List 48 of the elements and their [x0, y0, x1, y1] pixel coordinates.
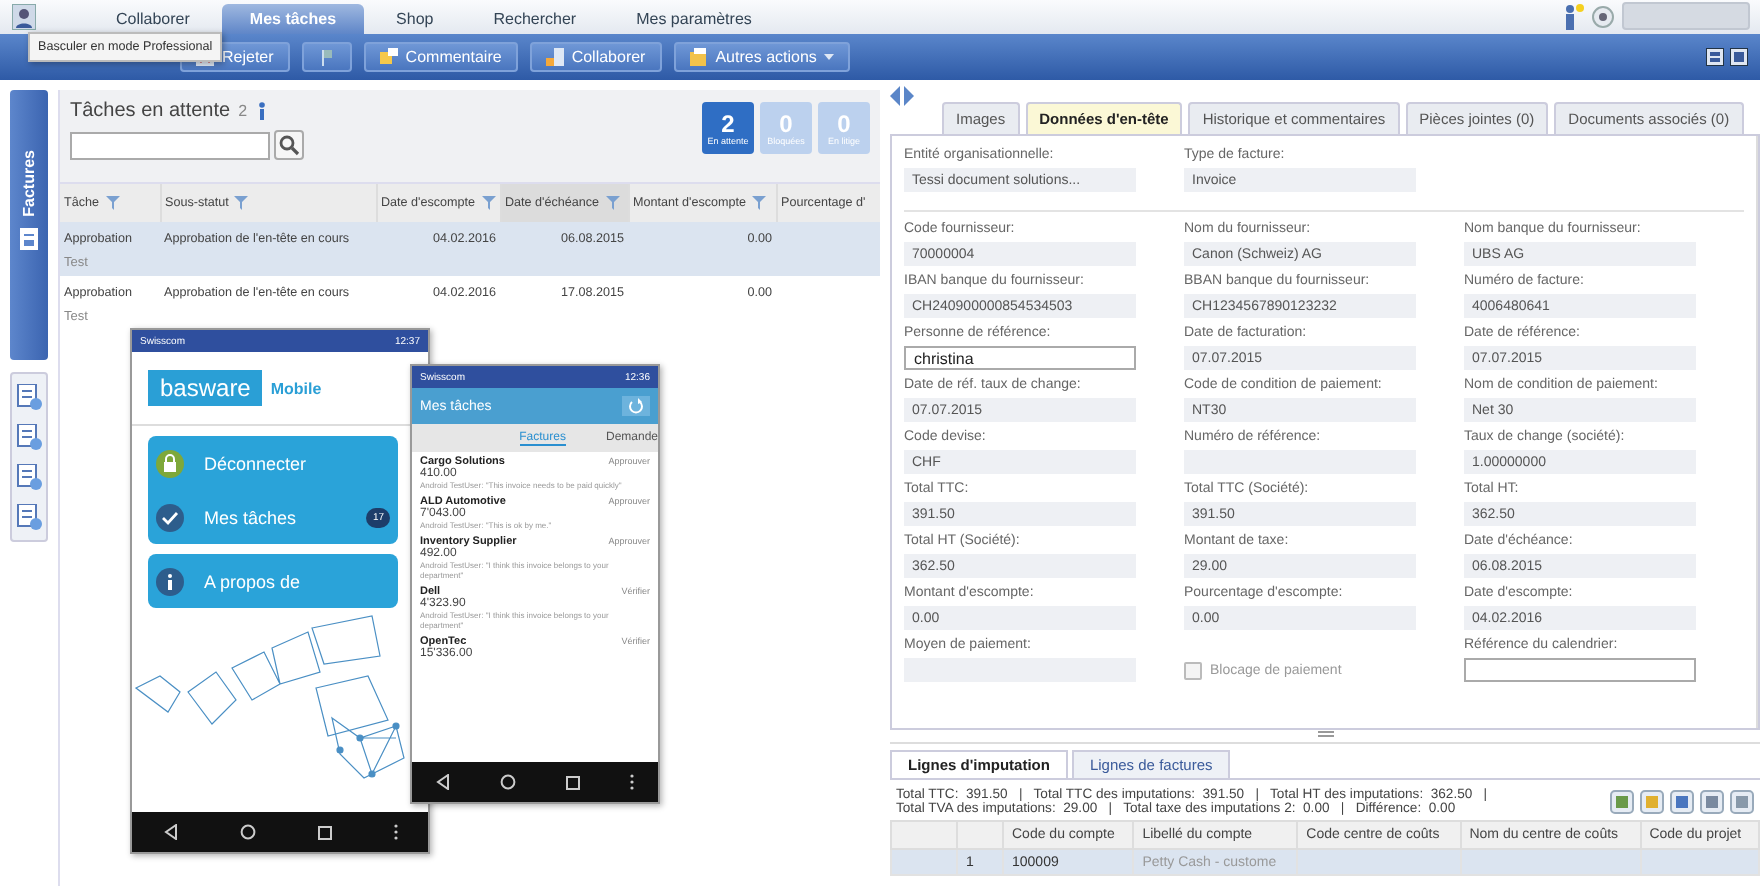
- filter-icon[interactable]: [105, 196, 120, 210]
- logo-text: basware: [148, 370, 263, 406]
- flag-icon: [317, 48, 336, 66]
- layout-icon[interactable]: [1706, 48, 1724, 66]
- caret-icon: [824, 54, 835, 60]
- info-icon[interactable]: [255, 102, 268, 120]
- filter-icon[interactable]: [481, 196, 496, 210]
- document-icon: [20, 228, 38, 251]
- nav-tab[interactable]: Shop: [368, 4, 462, 34]
- more-icon[interactable]: [629, 774, 634, 790]
- recents-icon[interactable]: [317, 825, 331, 839]
- toolbar-button[interactable]: Commentaire: [363, 42, 518, 72]
- splitter-handle-icon[interactable]: [1317, 730, 1333, 738]
- document-icon[interactable]: [16, 504, 42, 530]
- info-icon[interactable]: [1562, 3, 1584, 29]
- sidebar-label: Factures: [20, 150, 38, 217]
- nav-tab[interactable]: Collaborer: [88, 4, 218, 34]
- task-count: 2: [238, 102, 248, 120]
- collapse-arrows-icon[interactable]: [890, 86, 914, 106]
- info-icon: [156, 567, 184, 595]
- home-icon[interactable]: [239, 824, 255, 840]
- record-icon[interactable]: [1592, 5, 1614, 27]
- check-icon: [156, 503, 184, 531]
- search-field[interactable]: [70, 131, 270, 159]
- logo-suffix: Mobile: [270, 379, 322, 397]
- filter-icon[interactable]: [752, 196, 767, 210]
- toolbar-button[interactable]: [301, 42, 352, 72]
- nav-tab[interactable]: Mes paramètres: [608, 4, 780, 34]
- toolbar-button[interactable]: Collaborer: [529, 42, 662, 72]
- home-icon[interactable]: [500, 774, 517, 790]
- recents-icon[interactable]: [565, 775, 580, 789]
- sidebar-tab[interactable]: Factures: [10, 90, 48, 360]
- maximize-icon[interactable]: [1730, 48, 1748, 66]
- document-icon[interactable]: [16, 384, 42, 410]
- input-field[interactable]: christina: [904, 346, 1136, 370]
- scrollbar[interactable]: [1756, 136, 1758, 728]
- back-icon[interactable]: [163, 824, 177, 840]
- document-icon[interactable]: [16, 464, 42, 490]
- user-avatar-icon[interactable]: [12, 4, 36, 30]
- toolbar-button[interactable]: Autres actions: [673, 42, 851, 72]
- nav-tab[interactable]: Rechercher: [465, 4, 605, 34]
- refresh-icon[interactable]: [622, 396, 650, 416]
- document-icon[interactable]: [16, 424, 42, 450]
- back-icon[interactable]: [436, 774, 451, 790]
- filter-icon[interactable]: [234, 196, 249, 210]
- lock-icon: [156, 449, 184, 477]
- input-field[interactable]: [1464, 658, 1696, 682]
- panel-title: Tâches en attente: [70, 100, 231, 122]
